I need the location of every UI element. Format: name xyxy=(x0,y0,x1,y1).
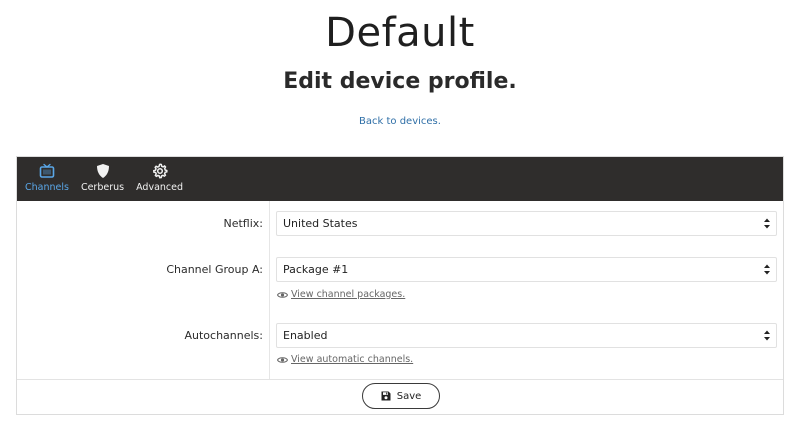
netflix-select[interactable]: United States xyxy=(276,211,777,236)
form-column-divider xyxy=(269,201,270,379)
profile-panel: Channels Cerberus Advanced Netflix: Unit… xyxy=(16,156,784,415)
channel-group-a-select-value: Package #1 xyxy=(283,263,349,276)
tv-icon xyxy=(39,163,55,178)
view-automatic-channels-link[interactable]: View automatic channels. xyxy=(291,354,413,365)
back-to-devices-link[interactable]: Back to devices. xyxy=(359,116,441,127)
view-channel-packages-link[interactable]: View channel packages. xyxy=(291,289,405,300)
save-button[interactable]: Save xyxy=(362,383,440,409)
channel-group-a-select[interactable]: Package #1 xyxy=(276,257,777,282)
tab-channels[interactable]: Channels xyxy=(19,157,75,195)
select-arrows-icon xyxy=(764,264,770,275)
back-link-container: Back to devices. xyxy=(0,116,800,127)
autochannels-label: Autochannels: xyxy=(184,329,263,342)
channel-group-a-label: Channel Group A: xyxy=(166,263,263,276)
tab-channels-label: Channels xyxy=(25,182,69,193)
autochannels-select[interactable]: Enabled xyxy=(276,323,777,348)
shield-icon xyxy=(96,164,109,178)
floppy-disk-icon xyxy=(381,391,391,401)
page-title: Default xyxy=(325,10,475,56)
netflix-label: Netflix: xyxy=(223,217,263,230)
save-button-label: Save xyxy=(396,390,422,402)
page-subtitle: Edit device profile. xyxy=(283,69,517,94)
tab-advanced-label: Advanced xyxy=(136,182,184,193)
tab-bar: Channels Cerberus Advanced xyxy=(17,157,783,201)
automatic-channels-helper: View automatic channels. xyxy=(277,354,413,365)
channel-packages-helper: View channel packages. xyxy=(277,289,405,300)
tab-cerberus[interactable]: Cerberus xyxy=(75,157,130,195)
profile-form: Netflix: United States Channel Group A: … xyxy=(17,201,783,379)
gear-icon xyxy=(152,163,168,179)
select-arrows-icon xyxy=(764,218,770,229)
autochannels-select-value: Enabled xyxy=(283,329,328,342)
tab-cerberus-label: Cerberus xyxy=(80,182,125,193)
eye-icon xyxy=(277,291,288,298)
tab-advanced[interactable]: Advanced xyxy=(130,157,189,195)
eye-icon xyxy=(277,356,288,363)
select-arrows-icon xyxy=(764,330,770,341)
form-footer: Save xyxy=(17,379,783,414)
netflix-select-value: United States xyxy=(283,217,358,230)
